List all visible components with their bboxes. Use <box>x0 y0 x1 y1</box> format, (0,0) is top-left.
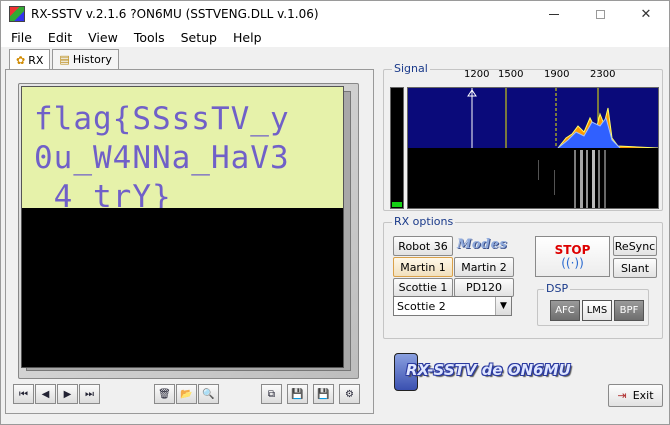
lms-toggle[interactable]: LMS <box>582 300 612 321</box>
dsp-label: DSP <box>544 282 571 295</box>
window-title: RX-SSTV v.2.1.6 ?ON6MU (SSTVENG.DLL v.1.… <box>31 7 319 21</box>
tab-rx-label: RX <box>28 53 44 67</box>
freq-2300: 2300 <box>590 69 616 80</box>
maximize-button[interactable] <box>577 1 623 27</box>
slant-button[interactable]: Slant <box>613 258 657 278</box>
first-button[interactable]: ⏮ <box>13 384 34 404</box>
save-as-icon: 💾 <box>317 388 330 400</box>
signal-group: Signal 1200 1500 1900 2300 <box>383 62 663 211</box>
exit-label: Exit <box>632 389 654 402</box>
menu-bar: File Edit View Tools Setup Help <box>1 27 669 47</box>
last-button[interactable]: ⏭ <box>79 384 100 404</box>
app-logo: RX-SSTV de ON6MU <box>394 353 599 393</box>
signal-level-fill <box>392 202 402 207</box>
menu-view[interactable]: View <box>78 30 124 45</box>
copy-button[interactable]: ⧉ <box>261 384 282 404</box>
copy-icon: ⧉ <box>267 388 276 400</box>
history-icon: ▤ <box>59 53 70 66</box>
app-window: RX-SSTV v.2.1.6 ?ON6MU (SSTVENG.DLL v.1.… <box>0 0 670 425</box>
image-text-line-3: _4_trY} <box>34 179 172 208</box>
rx-options-group: RX options Robot 36 Modes Martin 1 Marti… <box>383 215 663 339</box>
delete-icon: 🗑 <box>158 388 171 400</box>
mode-pd120-button[interactable]: PD120 <box>454 278 514 297</box>
received-image: flag{SSssTV_y 0u_W4NNa_HaV3 _4_trY} <box>21 86 344 368</box>
mode-scottie1-button[interactable]: Scottie 1 <box>393 278 453 297</box>
open-folder-icon: 📂 <box>180 388 193 400</box>
dsp-group: DSP AFC LMS BPF <box>537 282 649 326</box>
menu-help[interactable]: Help <box>223 30 268 45</box>
app-icon <box>9 6 25 22</box>
mode-select-value: Scottie 2 <box>397 299 446 313</box>
tab-history-label: History <box>72 53 112 66</box>
stop-button[interactable]: STOP ((·)) <box>535 236 610 277</box>
prev-icon: ◀ <box>41 388 50 400</box>
prev-button[interactable]: ◀ <box>35 384 56 404</box>
save-as-button[interactable]: 💾 <box>313 384 334 404</box>
minimize-button[interactable] <box>531 1 577 27</box>
next-button[interactable]: ▶ <box>57 384 78 404</box>
signal-label: Signal <box>392 62 430 75</box>
delete-button[interactable]: 🗑 <box>154 384 175 404</box>
tab-bar: ✿ RX ▤ History <box>9 49 121 70</box>
mode-martin2-button[interactable]: Martin 2 <box>454 257 514 277</box>
settings-icon: ⚙ <box>345 388 354 400</box>
save-button[interactable]: 💾 <box>287 384 308 404</box>
close-icon: ✕ <box>640 6 652 22</box>
freq-1200: 1200 <box>464 69 490 80</box>
last-icon: ⏭ <box>85 388 94 400</box>
open-folder-button[interactable]: 📂 <box>176 384 197 404</box>
window-controls: ✕ <box>531 1 669 27</box>
modes-label: Modes <box>457 237 508 252</box>
bpf-toggle[interactable]: BPF <box>614 300 644 321</box>
spectrum-display <box>408 88 658 148</box>
freq-1500: 1500 <box>498 69 524 80</box>
maximize-icon <box>595 9 605 19</box>
antenna-icon: ((·)) <box>561 256 584 270</box>
logo-text: RX-SSTV de ON6MU <box>406 361 571 379</box>
stop-label: STOP <box>554 243 591 257</box>
decoded-image-area: flag{SSssTV_y 0u_W4NNa_HaV3 _4_trY} <box>22 87 343 208</box>
image-text-line-2: 0u_W4NNa_HaV3 <box>34 140 290 176</box>
rx-options-label: RX options <box>392 215 456 228</box>
freq-1900: 1900 <box>544 69 570 80</box>
exit-icon: ⇥ <box>617 389 627 402</box>
title-bar[interactable]: RX-SSTV v.2.1.6 ?ON6MU (SSTVENG.DLL v.1.… <box>1 1 669 27</box>
mode-select[interactable]: Scottie 2 ▼ <box>393 296 512 316</box>
mode-martin1-button[interactable]: Martin 1 <box>393 257 453 277</box>
signal-level-meter <box>390 87 404 209</box>
zoom-icon: 🔍 <box>202 388 215 400</box>
waterfall-history <box>408 150 658 208</box>
next-icon: ▶ <box>63 388 72 400</box>
waterfall-streaks <box>538 150 606 208</box>
gear-icon: ✿ <box>16 53 26 67</box>
first-icon: ⏮ <box>19 388 28 400</box>
close-button[interactable]: ✕ <box>623 1 669 27</box>
afc-toggle[interactable]: AFC <box>550 300 580 321</box>
mode-robot36-button[interactable]: Robot 36 <box>393 236 453 256</box>
zoom-button[interactable]: 🔍 <box>198 384 219 404</box>
menu-file[interactable]: File <box>1 30 38 45</box>
waterfall-display[interactable] <box>407 87 659 209</box>
rx-image-panel: flag{SSssTV_y 0u_W4NNa_HaV3 _4_trY} ⏮ ◀ ▶ ⏭… <box>5 69 374 414</box>
chevron-down-icon[interactable]: ▼ <box>495 297 511 315</box>
tab-rx[interactable]: ✿ RX <box>9 49 51 70</box>
exit-button[interactable]: ⇥ Exit <box>608 384 663 407</box>
settings-button[interactable]: ⚙ <box>339 384 360 404</box>
menu-edit[interactable]: Edit <box>38 30 78 45</box>
minimize-icon <box>549 13 559 15</box>
menu-tools[interactable]: Tools <box>124 30 171 45</box>
resync-button[interactable]: ReSync <box>613 236 657 256</box>
image-text-line-1: flag{SSssTV_y <box>34 101 290 137</box>
save-icon: 💾 <box>291 388 304 400</box>
tab-history[interactable]: ▤ History <box>52 49 119 69</box>
menu-setup[interactable]: Setup <box>171 30 223 45</box>
